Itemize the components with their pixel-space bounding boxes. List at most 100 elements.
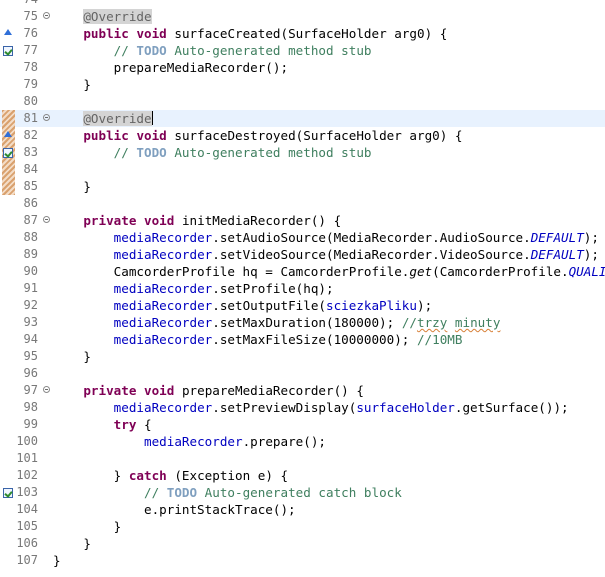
code-line[interactable]: 75 @Override: [0, 8, 605, 25]
line-gutter[interactable]: 105: [0, 518, 52, 535]
code-line[interactable]: 85 }: [0, 178, 605, 195]
task-checkbox-icon[interactable]: [3, 488, 13, 498]
line-gutter[interactable]: 97: [0, 382, 52, 399]
code-token: mediaRecorder: [113, 315, 213, 330]
code-line[interactable]: 105 }: [0, 518, 605, 535]
line-gutter[interactable]: 106: [0, 535, 52, 552]
line-gutter[interactable]: 94: [0, 331, 52, 348]
code-line[interactable]: 99 try {: [0, 416, 605, 433]
line-gutter[interactable]: 100: [0, 433, 52, 450]
code-line[interactable]: 96: [0, 365, 605, 382]
line-number: 91: [23, 281, 38, 295]
line-number: 100: [16, 434, 38, 448]
line-gutter[interactable]: 79: [0, 76, 52, 93]
code-token: }: [53, 349, 91, 364]
code-text: mediaRecorder.setOutputFile(sciezkaPliku…: [53, 297, 432, 314]
code-line[interactable]: 78 prepareMediaRecorder();: [0, 59, 605, 76]
override-triangle-icon[interactable]: [2, 26, 14, 41]
override-triangle-icon[interactable]: [2, 128, 14, 143]
line-gutter[interactable]: 104: [0, 501, 52, 518]
code-line[interactable]: 74: [0, 0, 605, 8]
line-gutter[interactable]: 99: [0, 416, 52, 433]
code-editor[interactable]: 7475 @Override76 public void surfaceCrea…: [0, 0, 605, 577]
line-gutter[interactable]: 92: [0, 297, 52, 314]
code-line[interactable]: 82 public void surfaceDestroyed(SurfaceH…: [0, 127, 605, 144]
code-token: e.printStackTrace();: [53, 502, 296, 517]
fold-collapse-icon[interactable]: [43, 386, 50, 393]
code-line[interactable]: 80: [0, 93, 605, 110]
line-gutter[interactable]: 77: [0, 42, 52, 59]
code-text: private void prepareMediaRecorder() {: [53, 382, 364, 399]
code-line[interactable]: 97 private void prepareMediaRecorder() {: [0, 382, 605, 399]
code-line[interactable]: 81 @Override: [0, 110, 605, 127]
line-number: 78: [23, 60, 38, 74]
line-gutter[interactable]: 95: [0, 348, 52, 365]
line-gutter[interactable]: 86: [0, 195, 52, 212]
code-line[interactable]: 76 public void surfaceCreated(SurfaceHol…: [0, 25, 605, 42]
code-line[interactable]: 104 e.printStackTrace();: [0, 501, 605, 518]
line-number: 88: [23, 230, 38, 244]
line-gutter[interactable]: 84: [0, 161, 52, 178]
code-line[interactable]: 87 private void initMediaRecorder() {: [0, 212, 605, 229]
code-line[interactable]: 100 mediaRecorder.prepare();: [0, 433, 605, 450]
line-gutter[interactable]: 89: [0, 246, 52, 263]
line-gutter[interactable]: 91: [0, 280, 52, 297]
task-checkbox-icon[interactable]: [3, 148, 13, 158]
code-line[interactable]: 93 mediaRecorder.setMaxDuration(180000);…: [0, 314, 605, 331]
code-token: DEFAULT: [530, 247, 584, 262]
line-gutter[interactable]: 82: [0, 127, 52, 144]
line-gutter[interactable]: 88: [0, 229, 52, 246]
code-line[interactable]: 86: [0, 195, 605, 212]
fold-collapse-icon[interactable]: [43, 216, 50, 223]
line-gutter[interactable]: 76: [0, 25, 52, 42]
line-gutter[interactable]: 81: [0, 110, 52, 127]
code-line[interactable]: 88 mediaRecorder.setAudioSource(MediaRec…: [0, 229, 605, 246]
code-line[interactable]: 77 // TODO Auto-generated method stub: [0, 42, 605, 59]
code-line[interactable]: 79 }: [0, 76, 605, 93]
code-token: //: [113, 145, 137, 160]
code-token: .setMaxFileSize(10000000);: [212, 332, 417, 347]
line-gutter[interactable]: 87: [0, 212, 52, 229]
line-number: 101: [16, 451, 38, 465]
code-line[interactable]: 89 mediaRecorder.setVideoSource(MediaRec…: [0, 246, 605, 263]
line-gutter[interactable]: 74: [0, 0, 52, 8]
code-line[interactable]: 103 // TODO Auto-generated catch block: [0, 484, 605, 501]
line-gutter[interactable]: 93: [0, 314, 52, 331]
code-line[interactable]: 92 mediaRecorder.setOutputFile(sciezkaPl…: [0, 297, 605, 314]
line-gutter[interactable]: 83: [0, 144, 52, 161]
line-gutter[interactable]: 78: [0, 59, 52, 76]
line-gutter[interactable]: 85: [0, 178, 52, 195]
code-line[interactable]: 102 } catch (Exception e) {: [0, 467, 605, 484]
line-gutter[interactable]: 102: [0, 467, 52, 484]
code-line[interactable]: 98 mediaRecorder.setPreviewDisplay(surfa…: [0, 399, 605, 416]
line-number: 102: [16, 468, 38, 482]
line-gutter[interactable]: 98: [0, 399, 52, 416]
code-token: QUALITY_HIGH: [568, 264, 605, 279]
code-line[interactable]: 94 mediaRecorder.setMaxFileSize(10000000…: [0, 331, 605, 348]
line-gutter[interactable]: 90: [0, 263, 52, 280]
code-token: {: [136, 417, 152, 432]
code-text: CamcorderProfile hq = CamcorderProfile.g…: [53, 263, 605, 280]
code-token: mediaRecorder: [113, 281, 213, 296]
code-line[interactable]: 106 }: [0, 535, 605, 552]
fold-collapse-icon[interactable]: [43, 114, 50, 121]
code-text: }: [53, 348, 91, 365]
line-gutter[interactable]: 80: [0, 93, 52, 110]
line-gutter[interactable]: 75: [0, 8, 52, 25]
code-line[interactable]: 91 mediaRecorder.setProfile(hq);: [0, 280, 605, 297]
line-gutter[interactable]: 101: [0, 450, 52, 467]
code-line[interactable]: 101: [0, 450, 605, 467]
code-line[interactable]: 90 CamcorderProfile hq = CamcorderProfil…: [0, 263, 605, 280]
code-text: }: [53, 76, 91, 93]
code-line[interactable]: 84: [0, 161, 605, 178]
code-line[interactable]: 107}: [0, 552, 605, 569]
line-gutter[interactable]: 107: [0, 552, 52, 569]
code-text: // TODO Auto-generated method stub: [53, 144, 372, 161]
code-line[interactable]: 83 // TODO Auto-generated method stub: [0, 144, 605, 161]
task-checkbox-icon[interactable]: [3, 46, 13, 56]
line-gutter[interactable]: 96: [0, 365, 52, 382]
fold-collapse-icon[interactable]: [43, 12, 50, 19]
code-line[interactable]: 95 }: [0, 348, 605, 365]
line-gutter[interactable]: 103: [0, 484, 52, 501]
